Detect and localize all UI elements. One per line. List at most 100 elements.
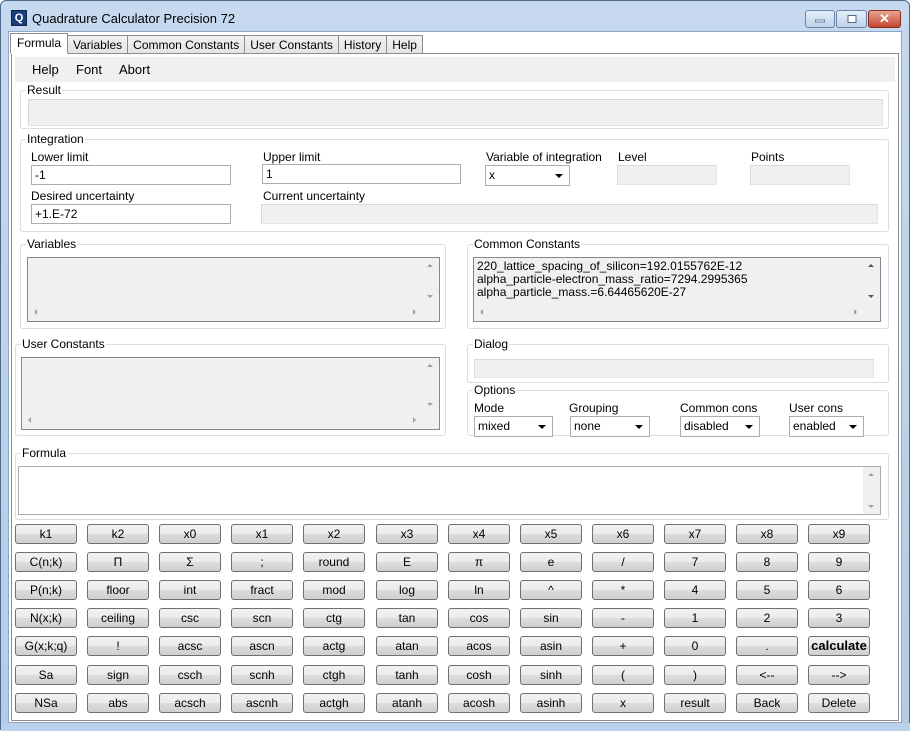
key-sym-8-button[interactable]: * [592, 580, 654, 600]
key-x8-button[interactable]: x8 [736, 524, 798, 544]
scroll-up-icon[interactable] [868, 264, 874, 267]
common-constants-list[interactable]: 220_lattice_spacing_of_silicon=192.01557… [473, 257, 881, 322]
key-sinh-button[interactable]: sinh [520, 665, 582, 685]
list-item[interactable]: alpha_particle_mass.=6.64465620E-27 [477, 286, 748, 299]
key-result-button[interactable]: result [664, 693, 726, 713]
key-sym-9-button[interactable]: ) [664, 665, 726, 685]
key-x7-button[interactable]: x7 [664, 524, 726, 544]
key-acsch-button[interactable]: acsch [159, 693, 221, 713]
scroll-left-icon[interactable] [28, 417, 31, 423]
key-asin-button[interactable]: asin [520, 636, 582, 656]
key-p-n-k-button[interactable]: P(n;k) [15, 580, 77, 600]
vertical-scrollbar[interactable] [422, 258, 439, 304]
minimize-button[interactable] [805, 10, 835, 28]
key-1-button[interactable]: 1 [664, 608, 726, 628]
scroll-up-icon[interactable] [427, 364, 433, 367]
key-x0-button[interactable]: x0 [159, 524, 221, 544]
key-sym-10-button[interactable]: <-- [736, 665, 798, 685]
key-sym-1-button[interactable]: Π [87, 552, 149, 572]
key-actg-button[interactable]: actg [303, 636, 365, 656]
key-fract-button[interactable]: fract [231, 580, 293, 600]
scroll-down-icon[interactable] [868, 505, 874, 508]
key-sym-8-button[interactable]: ( [592, 665, 654, 685]
key-x1-button[interactable]: x1 [231, 524, 293, 544]
key-csch-button[interactable]: csch [159, 665, 221, 685]
key-3-button[interactable]: 3 [808, 608, 870, 628]
key-e-button[interactable]: e [520, 552, 582, 572]
key-ctgh-button[interactable]: ctgh [303, 665, 365, 685]
key-sym-6-button[interactable]: π [448, 552, 510, 572]
result-field[interactable] [28, 99, 883, 126]
key-ceiling-button[interactable]: ceiling [87, 608, 149, 628]
key-ln-button[interactable]: ln [448, 580, 510, 600]
key-sign-button[interactable]: sign [87, 665, 149, 685]
scroll-up-icon[interactable] [868, 473, 874, 476]
scroll-down-icon[interactable] [427, 295, 433, 298]
key-x9-button[interactable]: x9 [808, 524, 870, 544]
key-sin-button[interactable]: sin [520, 608, 582, 628]
key-x6-button[interactable]: x6 [592, 524, 654, 544]
mode-select[interactable]: mixed [474, 416, 553, 437]
key-x5-button[interactable]: x5 [520, 524, 582, 544]
key-acsc-button[interactable]: acsc [159, 636, 221, 656]
horizontal-scrollbar[interactable] [22, 412, 422, 429]
key-cosh-button[interactable]: cosh [448, 665, 510, 685]
key-ascnh-button[interactable]: ascnh [231, 693, 293, 713]
vertical-scrollbar[interactable] [422, 358, 439, 412]
key-g-x-k-q-button[interactable]: G(x;k;q) [15, 636, 77, 656]
key-sym-8-button[interactable]: / [592, 552, 654, 572]
scroll-down-icon[interactable] [427, 403, 433, 406]
key-acosh-button[interactable]: acosh [448, 693, 510, 713]
key-log-button[interactable]: log [376, 580, 438, 600]
formula-input[interactable] [18, 466, 881, 515]
tab-common-constants[interactable]: Common Constants [127, 35, 246, 54]
key-round-button[interactable]: round [303, 552, 365, 572]
key-sym-8-button[interactable]: + [592, 636, 654, 656]
key-scn-button[interactable]: scn [231, 608, 293, 628]
scroll-down-icon[interactable] [868, 295, 874, 298]
horizontal-scrollbar[interactable] [474, 304, 863, 321]
key-c-n-k-button[interactable]: C(n;k) [15, 552, 77, 572]
key-x4-button[interactable]: x4 [448, 524, 510, 544]
menu-font[interactable]: Font [76, 62, 102, 77]
scroll-up-icon[interactable] [427, 264, 433, 267]
key-6-button[interactable]: 6 [808, 580, 870, 600]
key-sym-7-button[interactable]: ^ [520, 580, 582, 600]
common-cons-select[interactable]: disabled [680, 416, 760, 437]
variable-of-integration-select[interactable]: x [485, 165, 570, 186]
key-9-button[interactable]: 9 [808, 552, 870, 572]
key-sym-2-button[interactable]: Σ [159, 552, 221, 572]
menu-abort[interactable]: Abort [119, 62, 150, 77]
key-sym-1-button[interactable]: ! [87, 636, 149, 656]
key-mod-button[interactable]: mod [303, 580, 365, 600]
variables-list[interactable] [27, 257, 440, 322]
key-8-button[interactable]: 8 [736, 552, 798, 572]
key-floor-button[interactable]: floor [87, 580, 149, 600]
key-x-button[interactable]: x [592, 693, 654, 713]
key-4-button[interactable]: 4 [664, 580, 726, 600]
key-5-button[interactable]: 5 [736, 580, 798, 600]
key-calculate-button[interactable]: calculate [808, 636, 870, 656]
key-csc-button[interactable]: csc [159, 608, 221, 628]
key-delete-button[interactable]: Delete [808, 693, 870, 713]
user-constants-list[interactable] [21, 357, 440, 430]
grouping-select[interactable]: none [570, 416, 650, 437]
vertical-scrollbar[interactable] [863, 258, 880, 304]
key-atanh-button[interactable]: atanh [376, 693, 438, 713]
key-sym-3-button[interactable]: ; [231, 552, 293, 572]
key-tan-button[interactable]: tan [376, 608, 438, 628]
key-cos-button[interactable]: cos [448, 608, 510, 628]
key-nsa-button[interactable]: NSa [15, 693, 77, 713]
key-atan-button[interactable]: atan [376, 636, 438, 656]
key-2-button[interactable]: 2 [736, 608, 798, 628]
key-sym-11-button[interactable]: --> [808, 665, 870, 685]
key-k2-button[interactable]: k2 [87, 524, 149, 544]
key-sa-button[interactable]: Sa [15, 665, 77, 685]
user-cons-select[interactable]: enabled [789, 416, 864, 437]
desired-uncertainty-input[interactable]: +1.E-72 [31, 204, 231, 224]
horizontal-scrollbar[interactable] [28, 304, 422, 321]
key-x2-button[interactable]: x2 [303, 524, 365, 544]
tab-history[interactable]: History [337, 35, 388, 54]
scroll-right-icon[interactable] [854, 309, 857, 315]
menu-help[interactable]: Help [32, 62, 59, 77]
